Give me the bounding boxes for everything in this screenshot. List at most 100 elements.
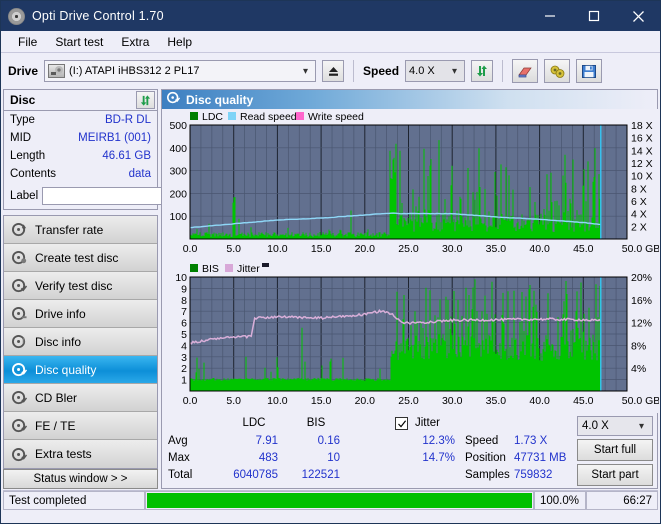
svg-text:1: 1	[181, 375, 187, 387]
svg-text:8%: 8%	[631, 340, 646, 352]
sidebar-item-drive-info[interactable]: Drive info	[4, 300, 157, 328]
status-text: Test completed	[3, 491, 145, 510]
legend-swatch-read-speed	[228, 112, 236, 120]
disc-info-icon	[12, 334, 27, 349]
stats-row-label-total: Total	[168, 469, 193, 481]
stats-speed-label: Speed	[465, 435, 499, 447]
stats-max-jitter: 14.7%	[422, 452, 455, 464]
svg-text:20%: 20%	[631, 272, 652, 284]
sidebar-item-verify-test-disc[interactable]: Verify test disc	[4, 272, 157, 300]
start-part-button[interactable]: Start part	[577, 464, 653, 486]
drive-label: Drive	[8, 64, 39, 78]
disc-panel: Disc Type BD-R DL MID MEIRB1 (001) Lengt…	[3, 89, 247, 210]
svg-text:40.0: 40.0	[529, 243, 550, 255]
bis-jitter-chart[interactable]: BIS Jitter 10 9 8 7 6 5 4 3 2 1 20% 16% …	[162, 261, 659, 413]
maximize-button[interactable]	[572, 1, 616, 31]
sidebar-item-fe-te[interactable]: FE / TE	[4, 412, 157, 440]
progress-percent: 100.0%	[534, 491, 586, 510]
legend-label-ldc: LDC	[202, 111, 223, 123]
stats-max-ldc: 483	[258, 452, 278, 464]
close-button[interactable]	[616, 1, 660, 31]
drive-select-value: (I:) ATAPI iHBS312 2 PL17	[69, 65, 200, 77]
ldc-chart[interactable]: LDC Read speed Write speed 500 400 300 2…	[162, 109, 659, 261]
fe-te-icon	[12, 418, 28, 433]
sidebar-label-verify-test-disc: Verify test disc	[35, 278, 113, 293]
sidebar-item-disc-info[interactable]: Disc info	[4, 328, 157, 356]
chevron-down-icon: ▾	[303, 65, 309, 77]
test-speed-select[interactable]: 4.0 X ▾	[577, 416, 653, 436]
sidebar-item-create-test-disc[interactable]: Create test disc	[4, 244, 157, 272]
toolbar-divider-1	[353, 60, 355, 82]
svg-text:6 X: 6 X	[631, 196, 647, 208]
svg-text:16%: 16%	[631, 295, 652, 307]
svg-text:5.0: 5.0	[226, 395, 241, 407]
svg-text:0.0: 0.0	[183, 243, 198, 255]
legend-label-jitter: Jitter	[237, 263, 260, 275]
disc-value-mid: MEIRB1 (001)	[78, 132, 151, 144]
svg-text:10: 10	[175, 272, 187, 284]
svg-text:15.0: 15.0	[311, 243, 332, 255]
svg-text:50.0 GB: 50.0 GB	[622, 243, 659, 255]
drive-select[interactable]: (I:) ATAPI iHBS312 2 PL17 ▾	[44, 60, 317, 82]
page-title: Disc quality	[186, 92, 254, 107]
stats-avg-ldc: 7.91	[255, 435, 278, 447]
speed-select[interactable]: 4.0 X ▾	[405, 60, 466, 82]
sidebar-label-cd-bler: CD Bler	[35, 390, 78, 405]
chevron-down-icon: ▾	[452, 65, 458, 77]
svg-text:6: 6	[181, 318, 187, 330]
minimize-button[interactable]	[528, 1, 572, 31]
menu-item-file[interactable]: File	[9, 33, 46, 51]
disc-value-contents: data	[128, 168, 151, 180]
status-window-button[interactable]: Status window > >	[3, 469, 158, 489]
disc-value-type: BD-R DL	[104, 114, 151, 126]
progress-bar-fill	[147, 493, 532, 508]
sidebar-label-disc-quality: Disc quality	[35, 362, 97, 377]
svg-text:12%: 12%	[631, 318, 652, 330]
stats-row-label-max: Max	[168, 452, 190, 464]
svg-text:12 X: 12 X	[631, 158, 653, 170]
progress-bar	[145, 491, 534, 510]
menu-bar: File Start test Extra Help	[1, 31, 660, 53]
disc-refresh-button[interactable]	[136, 91, 155, 109]
erase-button[interactable]	[512, 59, 539, 83]
main-panel-header: Disc quality	[162, 90, 657, 109]
legend-swatch-ldc	[190, 112, 198, 120]
svg-text:15.0: 15.0	[311, 395, 332, 407]
title-bar: Opti Drive Control 1.70	[1, 1, 660, 31]
stats-position-label: Position	[465, 452, 506, 464]
svg-text:9: 9	[181, 283, 187, 295]
menu-item-extra[interactable]: Extra	[112, 33, 158, 51]
bis-plot-area	[189, 276, 628, 392]
svg-text:5.0: 5.0	[226, 243, 241, 255]
tools-button[interactable]	[544, 59, 571, 83]
svg-text:50.0 GB: 50.0 GB	[622, 395, 659, 407]
start-full-button[interactable]: Start full	[577, 439, 653, 461]
menu-item-help[interactable]: Help	[158, 33, 201, 51]
stats-position-value: 47731 MB	[514, 452, 567, 464]
sidebar-item-transfer-rate[interactable]: Transfer rate	[4, 216, 157, 244]
eject-button[interactable]	[322, 60, 345, 82]
sidebar: Disc Type BD-R DL MID MEIRB1 (001) Lengt…	[3, 89, 247, 489]
sidebar-item-extra-tests[interactable]: Extra tests	[4, 440, 157, 468]
extra-tests-icon	[12, 447, 28, 462]
svg-text:5: 5	[181, 329, 187, 341]
disc-quality-icon	[167, 91, 181, 109]
status-bar: Test completed 100.0% 66:27	[3, 490, 658, 510]
sidebar-item-cd-bler[interactable]: CD Bler	[4, 384, 157, 412]
window-title: Opti Drive Control 1.70	[32, 9, 164, 23]
svg-text:16 X: 16 X	[631, 133, 653, 145]
svg-text:2 X: 2 X	[631, 221, 647, 233]
disc-key-mid: MID	[10, 132, 32, 144]
sidebar-label-fe-te: FE / TE	[35, 418, 76, 433]
save-button[interactable]	[576, 59, 603, 83]
menu-item-start-test[interactable]: Start test	[46, 33, 112, 51]
sidebar-label-transfer-rate: Transfer rate	[35, 222, 104, 237]
stats-total-ldc: 6040785	[233, 469, 278, 481]
legend-swatch-jitter	[225, 264, 233, 272]
jitter-checkbox[interactable]	[395, 417, 408, 430]
ldc-chart-svg: LDC Read speed Write speed 500 400 300 2…	[162, 109, 659, 261]
sidebar-item-disc-quality[interactable]: Disc quality	[4, 356, 157, 384]
chevron-down-icon: ▾	[638, 420, 644, 432]
drive-icon	[48, 64, 66, 78]
refresh-button[interactable]	[471, 60, 494, 82]
